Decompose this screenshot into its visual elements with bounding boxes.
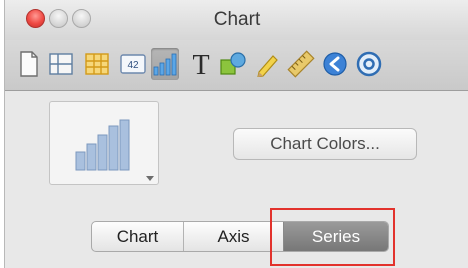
tab-axis[interactable]: Axis: [184, 222, 284, 251]
shapes-icon[interactable]: [219, 48, 247, 80]
tab-chart[interactable]: Chart: [92, 222, 184, 251]
svg-text:T: T: [192, 50, 209, 79]
bar-chart-icon: [75, 119, 130, 171]
text-box-icon[interactable]: 42: [119, 48, 147, 80]
table-icon[interactable]: [83, 48, 111, 80]
title-bar: Chart: [5, 0, 468, 40]
navigate-icon[interactable]: [321, 48, 349, 80]
document-icon[interactable]: [15, 48, 43, 80]
inspector-panel: Chart Colors... Chart Axis Series: [5, 91, 468, 268]
ruler-icon[interactable]: [287, 48, 315, 80]
pencil-icon[interactable]: [253, 48, 281, 80]
layout-icon[interactable]: [47, 48, 75, 80]
chart-type-preview[interactable]: [49, 101, 159, 185]
chart-icon[interactable]: [151, 48, 179, 80]
series-tab-highlight-box: [270, 208, 395, 266]
inspector-toolbar: 42 T: [5, 40, 468, 91]
chevron-down-icon: [146, 176, 154, 181]
at-icon[interactable]: [355, 48, 383, 80]
text-icon[interactable]: T: [187, 48, 215, 80]
chart-inspector-window: Chart 42 T Chart Colors... Chart Axis Se…: [4, 0, 468, 268]
chart-colors-button[interactable]: Chart Colors...: [233, 128, 417, 160]
window-title: Chart: [213, 9, 261, 30]
svg-text:42: 42: [127, 60, 139, 71]
